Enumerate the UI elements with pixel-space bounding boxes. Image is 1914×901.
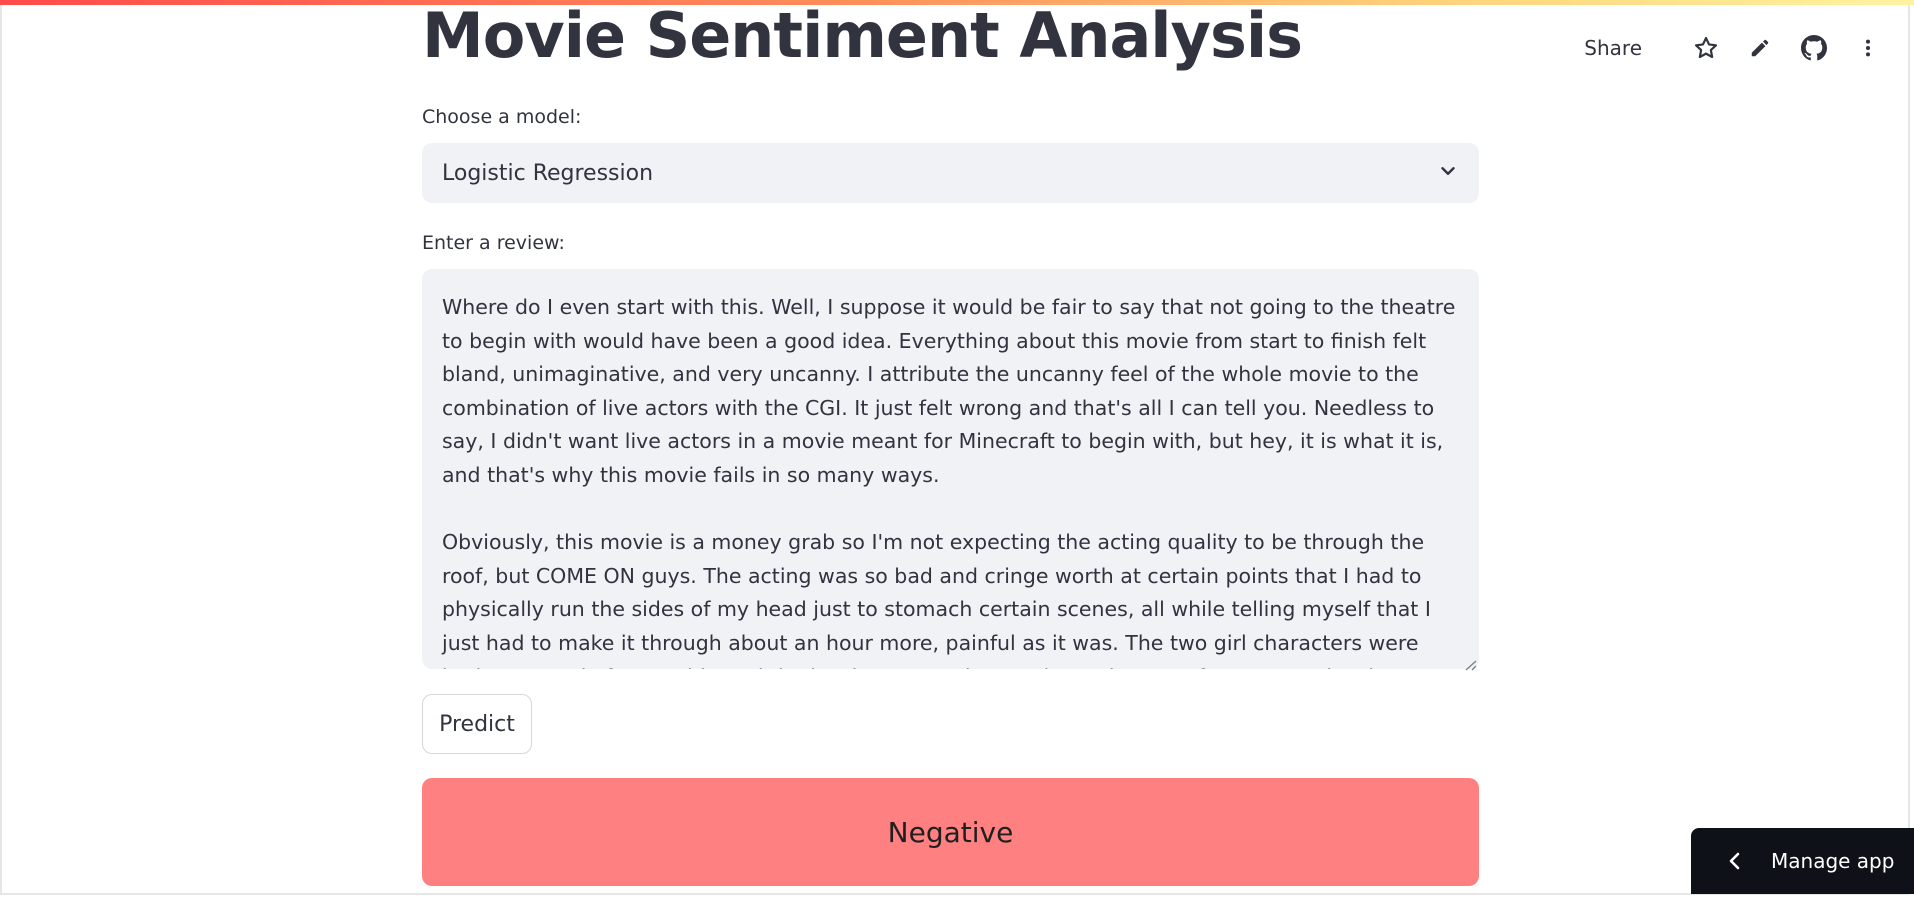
share-button[interactable]: Share bbox=[1584, 36, 1642, 60]
review-textarea[interactable]: Where do I even start with this. Well, I… bbox=[422, 269, 1479, 669]
prediction-result: Negative bbox=[422, 778, 1479, 886]
predict-button[interactable]: Predict bbox=[422, 694, 532, 754]
model-select-value: Logistic Regression bbox=[442, 160, 654, 186]
star-icon[interactable] bbox=[1688, 30, 1724, 66]
pencil-icon[interactable] bbox=[1742, 30, 1778, 66]
page-title: Movie Sentiment Analysis bbox=[422, 0, 1303, 72]
chevron-down-icon bbox=[1437, 160, 1459, 186]
model-select[interactable]: Logistic Regression bbox=[422, 143, 1479, 203]
review-paragraph: Obviously, this movie is a money grab so… bbox=[442, 530, 1431, 669]
model-select-label: Choose a model: bbox=[422, 106, 582, 128]
github-icon[interactable] bbox=[1796, 30, 1832, 66]
review-paragraph: Where do I even start with this. Well, I… bbox=[442, 295, 1456, 487]
review-input-label: Enter a review: bbox=[422, 232, 565, 254]
header-toolbar: Share bbox=[1584, 28, 1886, 68]
chevron-left-icon bbox=[1727, 851, 1743, 871]
manage-app-button[interactable]: Manage app bbox=[1691, 828, 1914, 894]
more-vertical-icon[interactable] bbox=[1850, 30, 1886, 66]
resize-handle-icon[interactable] bbox=[1463, 656, 1477, 671]
manage-app-label: Manage app bbox=[1771, 849, 1895, 873]
